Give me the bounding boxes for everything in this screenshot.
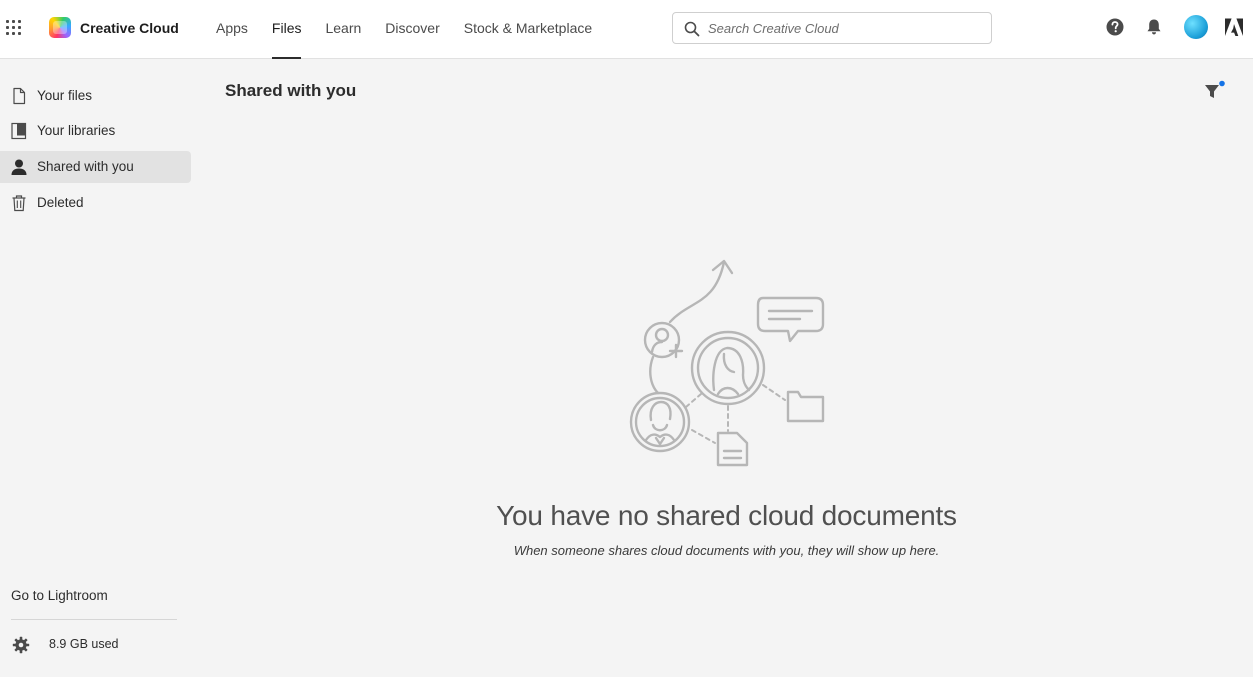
storage-used: 8.9 GB used bbox=[49, 637, 119, 651]
empty-state-subtitle: When someone shares cloud documents with… bbox=[513, 543, 940, 558]
library-icon bbox=[11, 122, 27, 140]
sidebar-item-label: Your libraries bbox=[37, 123, 116, 138]
empty-state-title: You have no shared cloud documents bbox=[496, 500, 957, 531]
main-nav: Apps Files Learn Discover Stock & Market… bbox=[216, 0, 616, 59]
sidebar-divider bbox=[11, 619, 177, 620]
sidebar-item-your-libraries[interactable]: Your libraries bbox=[0, 115, 191, 147]
sidebar-item-label: Your files bbox=[37, 88, 93, 103]
go-to-lightroom-link[interactable]: Go to Lightroom bbox=[11, 588, 108, 603]
nav-discover[interactable]: Discover bbox=[385, 0, 439, 59]
app-switcher-icon[interactable] bbox=[6, 20, 22, 36]
gear-icon[interactable] bbox=[12, 636, 30, 654]
sidebar-item-label: Deleted bbox=[37, 195, 84, 210]
file-icon bbox=[13, 87, 26, 105]
search-box[interactable] bbox=[672, 12, 992, 44]
nav-stock-marketplace[interactable]: Stock & Marketplace bbox=[464, 0, 592, 59]
nav-apps[interactable]: Apps bbox=[216, 0, 248, 59]
sidebar-item-your-files[interactable]: Your files bbox=[0, 80, 191, 112]
bell-icon[interactable] bbox=[1144, 17, 1164, 37]
sidebar-item-label: Shared with you bbox=[37, 159, 134, 174]
creative-cloud-logo[interactable] bbox=[49, 17, 71, 38]
nav-learn[interactable]: Learn bbox=[325, 0, 361, 59]
page-title: Shared with you bbox=[225, 81, 357, 100]
app-name[interactable]: Creative Cloud bbox=[80, 20, 179, 36]
top-header: Creative Cloud Apps Files Learn Discover… bbox=[0, 0, 1253, 59]
sidebar-item-shared-with-you[interactable]: Shared with you bbox=[0, 151, 191, 183]
search-input[interactable] bbox=[708, 14, 978, 42]
adobe-logo-icon[interactable] bbox=[1224, 17, 1244, 37]
filter-icon[interactable] bbox=[1203, 80, 1227, 102]
search-icon bbox=[684, 21, 700, 37]
user-icon bbox=[11, 159, 27, 175]
nav-files[interactable]: Files bbox=[271, 0, 301, 59]
trash-icon bbox=[12, 195, 26, 212]
help-icon[interactable] bbox=[1105, 17, 1125, 37]
avatar[interactable] bbox=[1184, 15, 1208, 39]
sidebar-item-deleted[interactable]: Deleted bbox=[0, 187, 191, 219]
shared-documents-illustration bbox=[629, 259, 825, 467]
sidebar: Your files Your libraries Shared with yo… bbox=[0, 60, 191, 677]
